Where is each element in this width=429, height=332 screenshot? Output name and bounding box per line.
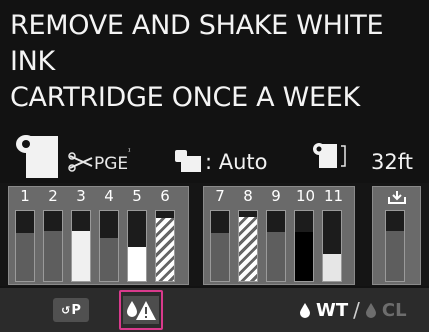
clean-ink-drop-icon [365, 303, 376, 318]
ink-level-fill [267, 232, 285, 281]
maintenance-box-icon [388, 191, 406, 204]
cutter-mark: ᶦ [128, 147, 131, 158]
bottom-bar: ↺ P WT / CL [0, 288, 429, 332]
ink-tank-5 [127, 210, 147, 282]
ink-tank-9 [266, 210, 286, 282]
clean-ink-label: CL [381, 299, 407, 321]
ink-slot-number: 10 [296, 187, 316, 205]
white-ink-label: WT [316, 299, 349, 321]
remaining-media-status: 32ft [311, 140, 413, 174]
ink-slot-number: 7 [215, 187, 225, 205]
media-feed-icon [175, 150, 201, 172]
ink-alert-button[interactable] [119, 290, 163, 330]
ink-level-fill [156, 218, 174, 281]
ink-slot-number: 9 [271, 187, 281, 205]
ink-level-fill [295, 232, 313, 281]
printer-status-screen: REMOVE AND SHAKE WHITE INK CARTRIDGE ONC… [0, 0, 429, 332]
ink-tank-3 [71, 210, 91, 282]
ink-tank-7 [210, 210, 230, 282]
ink-level-panel: 123456 7 8 9 10 11 [0, 183, 429, 286]
paper-setup-label: P [71, 302, 81, 318]
paper-setup-button[interactable]: ↺ P [53, 298, 89, 322]
maintenance-box-level [385, 210, 405, 282]
ink-separator: / [353, 298, 360, 322]
ink-level-fill [386, 230, 404, 281]
ink-level-fill [44, 230, 62, 281]
ink-level-fill [100, 237, 118, 281]
roll-paper-icon [16, 135, 58, 178]
ink-level-fill [211, 233, 229, 281]
ink-tank-4 [99, 210, 119, 282]
ink-tank-8 [238, 210, 258, 282]
feed-mode-status: : Auto [173, 144, 268, 174]
ink-tank-6 [155, 210, 175, 282]
ink-level-fill [323, 254, 341, 281]
ink-level-fill [128, 247, 146, 281]
ink-slot-number: 3 [76, 187, 86, 205]
ink-warning-icon [123, 296, 159, 324]
ink-level-fill [16, 233, 34, 281]
ink-tank-2 [43, 210, 63, 282]
roll-media-status: PGE ᶦ [10, 134, 131, 180]
cutter-label: PGE [94, 154, 129, 174]
white-ink-drop-icon [300, 303, 310, 318]
ink-level-fill [72, 230, 90, 281]
ink-slot-number: 5 [132, 187, 142, 205]
maintenance-message: REMOVE AND SHAKE WHITE INK CARTRIDGE ONC… [10, 10, 384, 113]
refresh-icon: ↺ [61, 303, 71, 317]
feed-mode-value: : Auto [205, 150, 268, 174]
scissors-icon [68, 152, 93, 172]
ink-group-1: 123456 [8, 186, 189, 285]
ink-mode-indicator: WT / CL [299, 298, 407, 322]
ink-slot-number: 4 [104, 187, 114, 205]
ink-slot-number: 2 [48, 187, 58, 205]
ink-tank-1 [15, 210, 35, 282]
ink-tank-11 [322, 210, 342, 282]
maintenance-box-group [372, 186, 421, 285]
remaining-length: 32ft [371, 150, 413, 174]
ink-slot-number: 6 [160, 187, 170, 205]
ink-slot-number: 1 [20, 187, 30, 205]
media-status-row: PGE ᶦ : Auto 32ft [0, 134, 429, 182]
ink-slot-number: 8 [243, 187, 253, 205]
ink-slot-number: 11 [324, 187, 344, 205]
ink-group-2: 7 8 9 10 11 [203, 186, 355, 285]
ink-level-fill [239, 216, 257, 281]
roll-remaining-icon [313, 143, 346, 168]
ink-tank-10 [294, 210, 314, 282]
